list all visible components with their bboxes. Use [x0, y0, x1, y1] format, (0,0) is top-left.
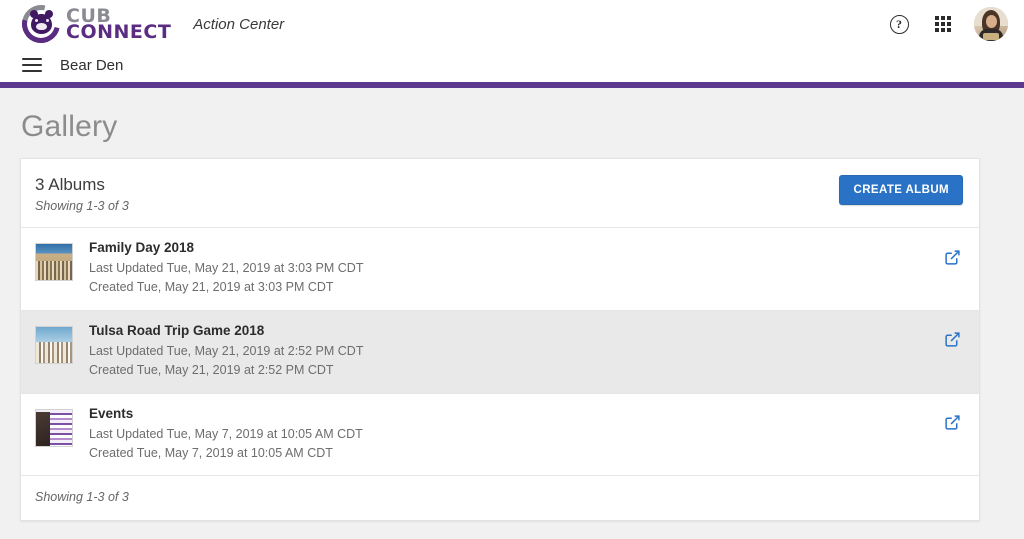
gallery-card: 3 Albums Showing 1-3 of 3 CREATE ALBUM F…	[20, 158, 980, 522]
external-link-icon	[944, 415, 960, 430]
album-title[interactable]: Events	[89, 406, 941, 421]
albums-count-label: 3 Albums	[35, 175, 105, 194]
apps-button[interactable]	[930, 11, 956, 37]
album-title[interactable]: Family Day 2018	[89, 240, 941, 255]
top-bar: CUB CONNECT Action Center ?	[0, 0, 1024, 51]
apps-grid-icon	[935, 16, 951, 32]
create-album-button[interactable]: CREATE ALBUM	[839, 175, 963, 205]
album-created: Created Tue, May 7, 2019 at 10:05 AM CDT	[89, 445, 333, 460]
open-album-button[interactable]	[941, 329, 963, 351]
secondary-nav-bar: Bear Den	[0, 48, 1024, 88]
avatar[interactable]	[974, 7, 1008, 41]
brand-logo[interactable]: CUB CONNECT	[14, 0, 172, 51]
album-thumbnail[interactable]	[35, 243, 73, 281]
album-thumbnail[interactable]	[35, 325, 73, 364]
album-last-updated: Last Updated Tue, May 7, 2019 at 10:05 A…	[89, 426, 363, 441]
cub-connect-bear-logo-icon	[14, 0, 68, 51]
gallery-card-footer: Showing 1-3 of 3	[21, 476, 979, 520]
showing-range-bottom: Showing 1-3 of 3	[35, 490, 129, 505]
page-title: Gallery	[21, 110, 118, 143]
brand-wordmark: CUB CONNECT	[66, 6, 172, 43]
album-thumbnail[interactable]	[35, 408, 73, 447]
album-row[interactable]: Tulsa Road Trip Game 2018 Last Updated T…	[21, 310, 979, 394]
open-album-button[interactable]	[941, 412, 963, 434]
nav-title: Bear Den	[60, 56, 124, 74]
gallery-card-header: 3 Albums Showing 1-3 of 3 CREATE ALBUM	[21, 159, 979, 227]
top-bar-actions: ?	[886, 7, 1008, 41]
brand-wordmark-line2: CONNECT	[66, 21, 172, 43]
help-circle-icon: ?	[889, 14, 909, 34]
page-content: Gallery 3 Albums Showing 1-3 of 3 CREATE…	[0, 110, 1024, 522]
album-last-updated: Last Updated Tue, May 21, 2019 at 2:52 P…	[89, 343, 364, 358]
showing-range-top: Showing 1-3 of 3	[35, 199, 129, 213]
album-row[interactable]: Family Day 2018 Last Updated Tue, May 21…	[21, 228, 979, 311]
album-row[interactable]: Events Last Updated Tue, May 7, 2019 at …	[21, 394, 979, 477]
hamburger-menu-icon[interactable]	[22, 58, 42, 72]
open-album-button[interactable]	[941, 246, 963, 268]
album-list: Family Day 2018 Last Updated Tue, May 21…	[21, 227, 979, 477]
help-button[interactable]: ?	[886, 11, 912, 37]
album-title[interactable]: Tulsa Road Trip Game 2018	[89, 323, 941, 338]
app-title: Action Center	[193, 15, 285, 33]
album-last-updated: Last Updated Tue, May 21, 2019 at 3:03 P…	[89, 261, 364, 275]
album-created: Created Tue, May 21, 2019 at 2:52 PM CDT	[89, 363, 334, 378]
album-created: Created Tue, May 21, 2019 at 3:03 PM CDT	[89, 280, 334, 295]
external-link-icon	[944, 332, 960, 347]
external-link-icon	[944, 249, 960, 265]
